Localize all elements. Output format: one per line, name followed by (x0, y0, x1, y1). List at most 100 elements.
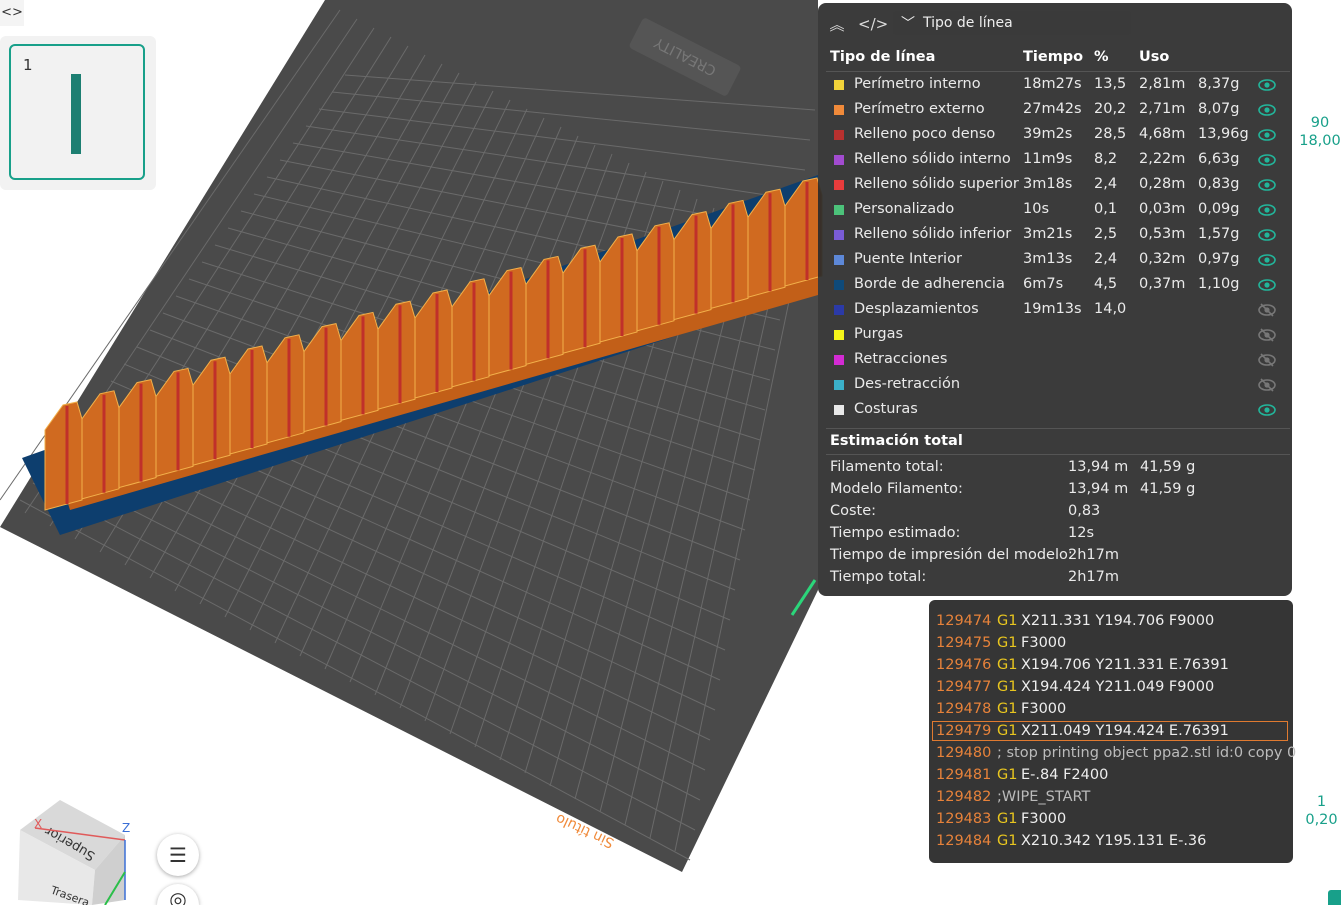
legend-row: Costuras (818, 398, 1292, 423)
gcode-command: G1 (997, 657, 1018, 673)
gcode-line[interactable]: 129477 G1 X194.424 Y211.049 F9000 (929, 677, 1293, 699)
gcode-command: G1 (997, 811, 1018, 827)
gcode-args: X211.049 Y194.424 E.76391 (1021, 723, 1229, 739)
gcode-command: G1 (997, 635, 1018, 651)
row-length: 2,22m (1139, 151, 1186, 167)
eye-icon[interactable] (1258, 227, 1276, 243)
estimate-label: Filamento total: (830, 459, 944, 475)
row-label: Perímetro interno (854, 76, 981, 92)
row-time: 3m21s (1023, 226, 1073, 242)
gcode-args: F3000 (1021, 811, 1067, 827)
gcode-command: G1 (997, 613, 1018, 629)
gcode-line[interactable]: 129484 G1 X210.342 Y195.131 E-.36 (929, 831, 1293, 853)
estimate-value: 0,83 (1068, 503, 1101, 519)
eye-icon[interactable] (1258, 177, 1276, 193)
row-label: Desplazamientos (854, 301, 979, 317)
row-label: Des-retracción (854, 376, 961, 392)
gcode-line-number: 129475 (936, 635, 992, 651)
gcode-line-number: 129480 (936, 745, 992, 761)
code-icon[interactable]: </> (858, 15, 888, 33)
gcode-line[interactable]: 129476 G1 X194.706 Y211.331 E.76391 (929, 655, 1293, 677)
color-swatch (834, 230, 844, 240)
row-percent: 20,2 (1094, 101, 1127, 117)
header-usage: Uso (1139, 49, 1170, 65)
eye-icon[interactable] (1258, 402, 1276, 418)
eye-icon[interactable] (1258, 277, 1276, 293)
eye-off-icon[interactable] (1258, 302, 1276, 318)
row-length: 4,68m (1139, 126, 1186, 142)
gcode-line[interactable]: 129483 G1 F3000 (929, 809, 1293, 831)
eye-icon[interactable] (1258, 202, 1276, 218)
eye-icon[interactable] (1258, 152, 1276, 168)
eye-off-icon[interactable] (1258, 377, 1276, 393)
gcode-command: G1 (997, 723, 1018, 739)
legend-row: Borde de adherencia 6m7s 4,5 0,37m 1,10g (818, 273, 1292, 298)
layer-slider-top-label[interactable]: 90 18,00 (1299, 114, 1341, 150)
gcode-line-number: 129474 (936, 613, 992, 629)
gcode-args: F3000 (1021, 635, 1067, 651)
gcode-args: X194.706 Y211.331 E.76391 (1021, 657, 1229, 673)
gcode-line[interactable]: 129474 G1 X211.331 Y194.706 F9000 (929, 611, 1293, 633)
collapse-icon[interactable]: ︽ (826, 14, 848, 35)
row-label: Relleno sólido interno (854, 151, 1011, 167)
row-label: Costuras (854, 401, 918, 417)
gcode-line[interactable]: 129475 G1 F3000 (929, 633, 1293, 655)
eye-icon[interactable] (1258, 127, 1276, 143)
eye-off-icon[interactable] (1258, 352, 1276, 368)
top-layer-height: 18,00 (1299, 133, 1341, 149)
plate-thumbnail[interactable]: 1 (9, 44, 145, 180)
row-weight: 0,83g (1198, 176, 1240, 192)
view-type-select[interactable]: ﹀ Tipo de línea (893, 11, 1131, 35)
layer-slider-bottom-label[interactable]: 1 0,20 (1302, 793, 1341, 829)
plate-number: 1 (23, 56, 33, 74)
color-swatch (834, 280, 844, 290)
row-weight: 1,57g (1198, 226, 1240, 242)
code-toggle-icon[interactable]: <> (0, 0, 24, 26)
menu-icon[interactable]: ☰ (157, 834, 199, 876)
gcode-args: X194.424 Y211.049 F9000 (1021, 679, 1215, 695)
eye-icon[interactable] (1258, 102, 1276, 118)
row-label: Purgas (854, 326, 904, 342)
bottom-layer-number: 1 (1316, 794, 1327, 810)
gcode-line-number: 129482 (936, 789, 992, 805)
gcode-line[interactable]: 129481 G1 E-.84 F2400 (929, 765, 1293, 787)
gcode-line-number: 129476 (936, 657, 992, 673)
estimate-row: Tiempo total: 2h17m (830, 569, 1290, 591)
gcode-line[interactable]: 129478 G1 F3000 (929, 699, 1293, 721)
color-swatch (834, 105, 844, 115)
row-percent: 8,2 (1094, 151, 1118, 167)
estimate-row: Tiempo de impresión del modelo: 2h17m (830, 547, 1290, 569)
gcode-line[interactable]: 129479 G1 X211.049 Y194.424 E.76391 (929, 721, 1293, 743)
row-length: 0,03m (1139, 201, 1186, 217)
gcode-line[interactable]: 129482 ;WIPE_START (929, 787, 1293, 809)
navigation-cube[interactable]: Superior Trasera Z X (18, 800, 130, 905)
legend-row: Relleno poco denso 39m2s 28,5 4,68m 13,96g (818, 123, 1292, 148)
estimate-label: Tiempo total: (830, 569, 927, 585)
row-label: Perímetro externo (854, 101, 985, 117)
row-time: 10s (1023, 201, 1050, 217)
plate-preview-model (71, 74, 81, 154)
gcode-line[interactable]: 129480 ; stop printing object ppa2.stl id… (929, 743, 1296, 765)
eye-icon[interactable] (1258, 252, 1276, 268)
eye-icon[interactable] (1258, 77, 1276, 93)
row-label: Personalizado (854, 201, 955, 217)
estimate-row: Coste: 0,83 (830, 503, 1290, 525)
row-time: 27m42s (1023, 101, 1082, 117)
gcode-line-number: 129477 (936, 679, 992, 695)
slider-handle[interactable] (1328, 890, 1341, 905)
estimate-row: Modelo Filamento: 13,94 m 41,59 g (830, 481, 1290, 503)
estimate-title: Estimación total (830, 433, 963, 449)
color-swatch (834, 330, 844, 340)
eye-off-icon[interactable] (1258, 327, 1276, 343)
header-percent: % (1094, 49, 1109, 65)
color-swatch (834, 255, 844, 265)
legend-panel: ︽ </> ﹀ Tipo de línea Tipo de línea Tiem… (818, 3, 1292, 596)
row-length: 0,32m (1139, 251, 1186, 267)
row-weight: 8,37g (1198, 76, 1240, 92)
gcode-line-number: 129484 (936, 833, 992, 849)
estimate-label: Tiempo estimado: (830, 525, 961, 541)
row-time: 39m2s (1023, 126, 1073, 142)
estimate-value: 2h17m (1068, 569, 1119, 585)
header-type: Tipo de línea (830, 49, 936, 65)
legend-row: Puente Interior 3m13s 2,4 0,32m 0,97g (818, 248, 1292, 273)
